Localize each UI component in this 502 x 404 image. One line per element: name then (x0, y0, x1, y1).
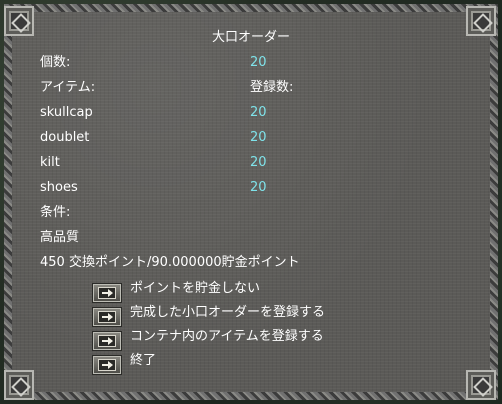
item-registered-count: 20 (250, 105, 267, 120)
count-value: 20 (250, 55, 267, 70)
dont-save-points-label[interactable]: ポイントを貯金しない (130, 281, 260, 297)
condition-label: 条件: (40, 205, 71, 220)
register-small-orders-label[interactable]: 完成した小口オーダーを登録する (130, 305, 325, 321)
points-text: 450 交換ポイント/90.000000貯金ポイント (40, 255, 300, 270)
register-small-orders-button[interactable] (92, 307, 122, 327)
item-name: kilt (40, 155, 60, 170)
count-label: 個数: (40, 55, 71, 70)
item-header: アイテム: (40, 80, 96, 95)
register-container-items-label[interactable]: コンテナ内のアイテムを登録する (130, 329, 324, 345)
corner-ornament-bottom-right (466, 370, 496, 400)
registered-header: 登録数: (250, 80, 294, 95)
item-registered-count: 20 (250, 180, 267, 195)
arrow-right-icon (98, 359, 116, 371)
item-registered-count: 20 (250, 130, 267, 145)
quality-text: 高品質 (40, 230, 80, 245)
gump-title: 大口オーダー (211, 30, 290, 45)
item-name: shoes (40, 180, 78, 195)
arrow-right-icon (98, 311, 116, 323)
corner-ornament-bottom-left (4, 370, 34, 400)
arrow-right-icon (98, 287, 116, 299)
exit-label[interactable]: 終了 (130, 353, 156, 369)
game-scene-background: 大口オーダー 個数: 20 アイテム: 登録数: skullcap 20 dou… (0, 0, 502, 404)
item-registered-count: 20 (250, 155, 267, 170)
dont-save-points-button[interactable] (92, 283, 122, 303)
item-name: doublet (40, 130, 90, 145)
register-container-items-button[interactable] (92, 331, 122, 351)
exit-button[interactable] (92, 355, 122, 375)
arrow-right-icon (98, 335, 116, 347)
item-name: skullcap (40, 105, 93, 120)
